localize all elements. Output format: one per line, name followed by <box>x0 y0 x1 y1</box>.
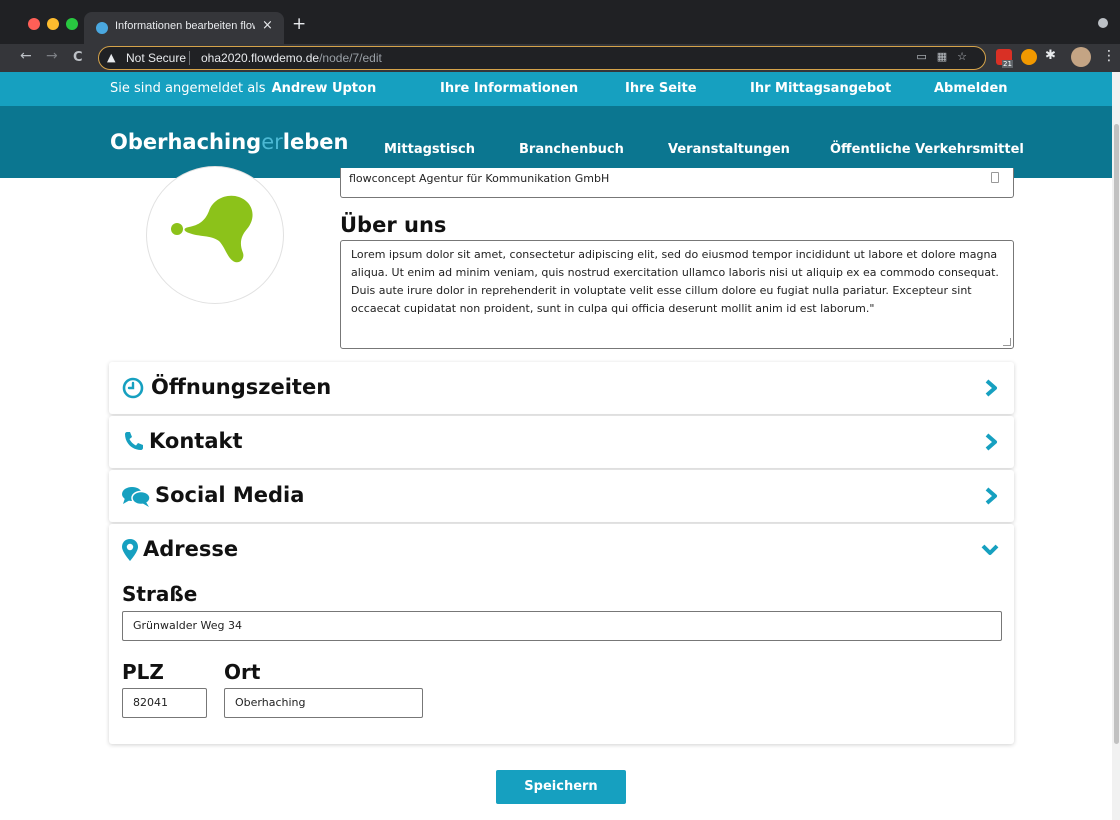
omnibox-action-icons[interactable]: ▭▦☆ <box>916 50 977 63</box>
street-input[interactable]: Grünwalder Weg 34 <box>122 611 1002 641</box>
forward-arrow-icon[interactable]: → <box>46 48 58 64</box>
section-title-adresse: Adresse <box>143 537 239 561</box>
logo-part-1: Oberhaching <box>110 130 262 154</box>
nav-item-mittagstisch[interactable]: Mittagstisch <box>384 142 475 157</box>
plz-label: PLZ <box>122 660 164 684</box>
login-status: Sie sind angemeldet als Andrew Upton <box>110 81 376 96</box>
ort-input[interactable]: Oberhaching <box>224 688 423 718</box>
profile-avatar-icon[interactable] <box>1071 47 1091 67</box>
minimize-window-button[interactable] <box>47 18 59 30</box>
security-label[interactable]: Not Secure <box>126 51 186 65</box>
maximize-window-button[interactable] <box>66 18 78 30</box>
section-title-social-media: Social Media <box>155 483 305 507</box>
nav-item-veranstaltungen[interactable]: Veranstaltungen <box>668 142 790 157</box>
web-page: Sie sind angemeldet als Andrew Upton Ihre… <box>0 72 1112 820</box>
chevron-down-icon <box>981 544 999 555</box>
link-ihre-seite[interactable]: Ihre Seite <box>625 81 697 96</box>
about-textarea[interactable]: Lorem ipsum dolor sit amet, consectetur … <box>340 240 1014 349</box>
street-label: Straße <box>122 582 198 606</box>
url-text[interactable]: oha2020.flowdemo.de/node/7/edit <box>201 51 382 65</box>
back-arrow-icon[interactable]: ← <box>20 48 32 64</box>
resize-grip-icon[interactable] <box>1003 338 1011 346</box>
browser-window: Informationen bearbeiten flowc × + ← → C… <box>0 0 1120 820</box>
chevron-right-icon <box>985 487 997 505</box>
chevron-right-icon <box>985 379 997 397</box>
accordion-oeffnungszeiten[interactable]: Öffnungszeiten <box>109 362 1014 414</box>
calendar-badge: 21 <box>1002 60 1013 68</box>
splash-logo-icon <box>171 195 253 263</box>
puzzle-icon[interactable]: ✱ <box>1045 48 1056 63</box>
close-window-button[interactable] <box>28 18 40 30</box>
orange-extension-icon[interactable] <box>1021 49 1037 65</box>
login-prefix: Sie sind angemeldet als <box>110 81 266 96</box>
phone-icon <box>125 432 143 450</box>
nav-item-branchenbuch[interactable]: Branchenbuch <box>519 142 624 157</box>
link-ihre-informationen[interactable]: Ihre Informationen <box>440 81 578 96</box>
save-button[interactable]: Speichern <box>496 770 626 804</box>
about-label: Über uns <box>340 213 447 237</box>
company-name-value: flowconcept Agentur für Kommunikation Gm… <box>349 172 610 185</box>
ort-label: Ort <box>224 660 261 684</box>
map-pin-icon <box>122 539 138 561</box>
accordion-header-kontakt[interactable]: Kontakt <box>109 416 1014 468</box>
plz-input[interactable]: 82041 <box>122 688 207 718</box>
warning-triangle-icon: ▲ <box>107 51 116 64</box>
user-topbar: Sie sind angemeldet als Andrew Upton Ihre… <box>0 72 1112 106</box>
accordion-header-social-media[interactable]: Social Media <box>109 470 1014 522</box>
address-bar[interactable]: ▲ Not Secure oha2020.flowdemo.de/node/7/… <box>98 46 986 70</box>
tab-title: Informationen bearbeiten flowc <box>115 20 255 32</box>
nav-item-oeffentliche-verkehrsmittel[interactable]: Öffentliche Verkehrsmittel <box>830 142 1024 157</box>
tab-strip: Informationen bearbeiten flowc × + <box>0 0 1120 44</box>
link-ihr-mittagsangebot[interactable]: Ihr Mittagsangebot <box>750 81 891 96</box>
company-logo[interactable] <box>146 166 284 304</box>
user-name: Andrew Upton <box>271 81 377 96</box>
accordion-social-media[interactable]: Social Media <box>109 470 1014 522</box>
chevron-right-icon <box>985 433 997 451</box>
ort-value: Oberhaching <box>235 696 306 709</box>
scrollbar-thumb[interactable] <box>1114 124 1119 744</box>
reload-icon[interactable]: C <box>73 50 83 65</box>
company-name-field[interactable]: flowconcept Agentur für Kommunikation Gm… <box>340 168 1014 198</box>
about-text: Lorem ipsum dolor sit amet, consectetur … <box>351 248 999 315</box>
accordion-adresse: Adresse Straße Grünwalder Weg 34 PLZ Ort… <box>109 524 1014 744</box>
accordion-header-adresse[interactable]: Adresse <box>109 524 1014 576</box>
clock-icon <box>122 377 144 399</box>
link-abmelden[interactable]: Abmelden <box>934 81 1008 96</box>
kebab-menu-icon[interactable]: ⋮ <box>1102 48 1116 64</box>
browser-toolbar: ← → C ▲ Not Secure oha2020.flowdemo.de/n… <box>0 44 1120 72</box>
browser-tab[interactable]: Informationen bearbeiten flowc × <box>84 12 284 44</box>
site-logo[interactable]: Oberhachingerleben <box>110 130 348 154</box>
drupal-favicon-icon <box>96 22 108 34</box>
accordion-kontakt[interactable]: Kontakt <box>109 416 1014 468</box>
accordion-header-oeffnungszeiten[interactable]: Öffnungszeiten <box>109 362 1014 414</box>
omnibox-divider <box>189 51 190 65</box>
field-autofill-icon[interactable] <box>991 172 999 183</box>
logo-part-2: er <box>261 130 283 154</box>
section-title-oeffnungszeiten: Öffnungszeiten <box>151 375 332 399</box>
chat-bubbles-icon <box>122 487 151 507</box>
tab-close-icon[interactable]: × <box>262 18 273 33</box>
street-value: Grünwalder Weg 34 <box>133 619 243 632</box>
new-tab-button[interactable]: + <box>292 14 306 34</box>
url-host: oha2020.flowdemo.de <box>201 51 320 65</box>
logo-part-3: leben <box>282 130 349 154</box>
url-path: /node/7/edit <box>319 51 382 65</box>
plz-value: 82041 <box>133 696 168 709</box>
section-title-kontakt: Kontakt <box>149 429 243 453</box>
tab-search-icon[interactable] <box>1098 18 1108 28</box>
